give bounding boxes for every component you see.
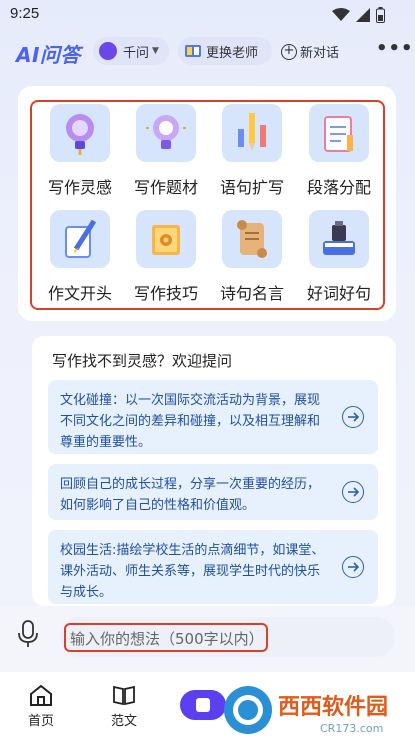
app-logo: AI问答: [16, 43, 81, 67]
status-bar: 9:25: [0, 0, 415, 30]
change-teacher-label: 更换老师: [206, 45, 259, 61]
watermark-site: CR173.com: [320, 722, 383, 735]
watermark-logo: 西西软件园 CR173.com: [224, 686, 388, 735]
signal-icon: [356, 8, 370, 22]
model-selector[interactable]: 千问 ▼: [93, 37, 169, 65]
tools-highlight-outline: [30, 100, 385, 310]
status-icons: [332, 7, 385, 23]
watermark-brand: 西西软件园: [278, 694, 388, 720]
arrow-right-icon[interactable]: [342, 556, 364, 578]
center-action-icon: [196, 698, 210, 712]
plus-icon: +: [281, 43, 297, 60]
suggestion-text: 回顾自己的成长过程，分享一次重要的经历，如何影响了自己的性格和价值观。: [60, 477, 321, 513]
suggestion-item[interactable]: 文化碰撞：以一次国际交流活动为背景，展现不同文化之间的差异和碰撞，以及相互理解和…: [48, 380, 378, 454]
input-highlight-outline: [64, 623, 268, 652]
center-action-button[interactable]: [180, 690, 226, 720]
nav-home-label: 首页: [27, 714, 54, 729]
nav-home[interactable]: [16, 684, 66, 710]
more-icon[interactable]: •••: [376, 38, 414, 59]
home-icon: [30, 684, 52, 706]
suggestion-item[interactable]: 回顾自己的成长过程，分享一次重要的经历，如何影响了自己的性格和价值观。: [48, 464, 378, 520]
model-label: 千问: [123, 45, 150, 61]
wifi-icon: [332, 8, 350, 21]
nav-essay-label: 范文: [110, 714, 137, 729]
microphone-icon[interactable]: [18, 620, 38, 648]
status-time: 9:25: [10, 5, 40, 22]
arrow-right-icon[interactable]: [342, 481, 364, 503]
new-chat-label: 新对话: [300, 46, 340, 61]
change-teacher-button[interactable]: 更换老师: [178, 37, 272, 65]
suggestion-text: 文化碰撞：以一次国际交流活动为背景，展现不同文化之间的差异和碰撞，以及相互理解和…: [60, 393, 321, 450]
top-header: AI问答 千问 ▼ 更换老师 + 新对话 •••: [0, 34, 415, 68]
suggestion-text: 校园生活:描绘学校生活的点滴细节，如课堂、课外活动、师生关系等，展现学生时代的快…: [60, 543, 325, 600]
book-icon: [185, 45, 201, 57]
nav-essay[interactable]: [99, 684, 149, 710]
model-icon: [99, 42, 117, 60]
suggestion-item[interactable]: 校园生活:描绘学校生活的点滴细节，如课堂、课外活动、师生关系等，展现学生时代的快…: [48, 530, 378, 604]
caret-down-icon: ▼: [152, 46, 159, 56]
new-chat-button[interactable]: + 新对话: [281, 42, 339, 61]
arrow-right-icon[interactable]: [342, 406, 364, 428]
open-book-icon: [113, 685, 135, 706]
suggestions-title: 写作找不到灵感？欢迎提问: [52, 352, 233, 370]
battery-icon: [376, 7, 385, 23]
